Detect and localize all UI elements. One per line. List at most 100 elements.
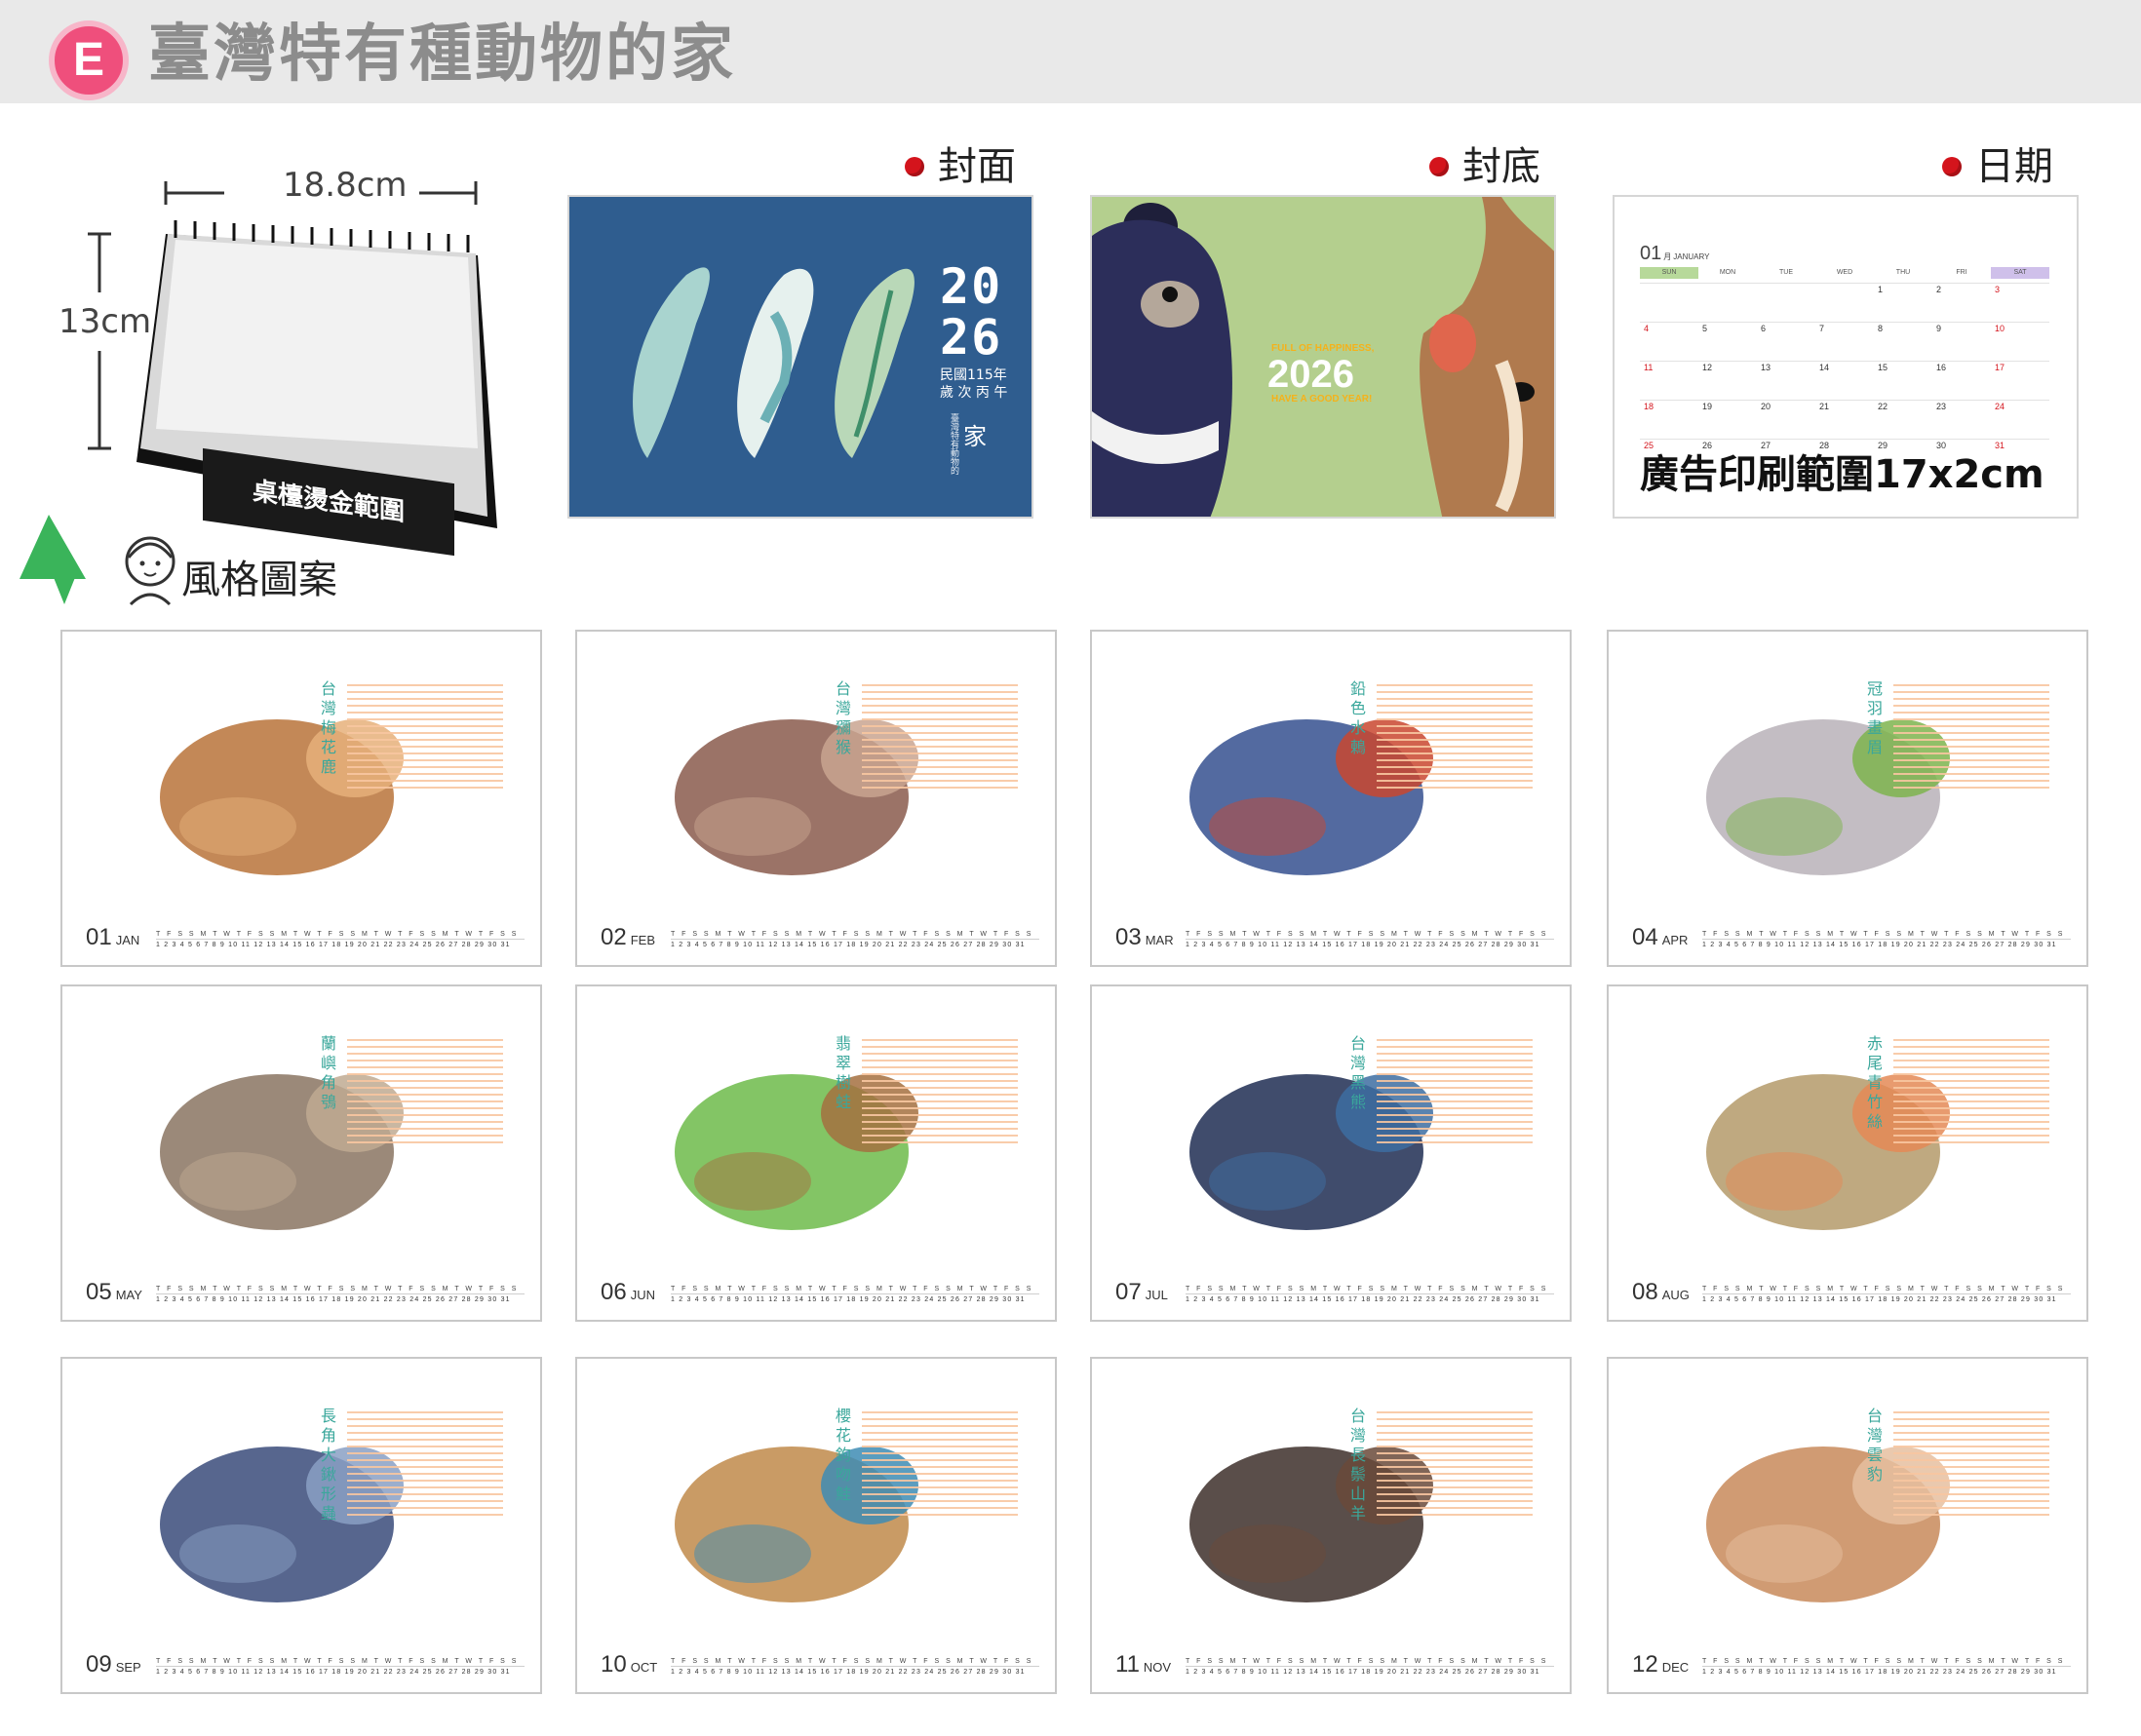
animal-name: 赤尾青竹絲 — [1864, 1035, 1883, 1133]
month-abbrev: AUG — [1661, 1288, 1690, 1302]
animal-name: 鉛色水鶇 — [1347, 680, 1366, 758]
month-label: 12 DEC — [1632, 1651, 1689, 1681]
month-abbrev: FEB — [630, 933, 655, 947]
day-cell: 12 — [1698, 361, 1757, 396]
month-label: 04 APR — [1632, 924, 1688, 954]
month-abbrev: APR — [1661, 933, 1689, 947]
weekday-row: T F S S M T W T F S S M T W T F S S M T … — [156, 1286, 519, 1292]
month-label: 02 FEB — [601, 924, 655, 954]
day-cell: 19 — [1698, 400, 1757, 435]
weekday-header: MON — [1719, 269, 1736, 276]
day-number-row: 1 2 3 4 5 6 7 8 9 10 11 12 13 14 15 16 1… — [1186, 939, 1554, 950]
width-dimension: 18.8cm — [283, 166, 408, 205]
weekday-row: T F S S M T W T F S S M T W T F S S M T … — [671, 1286, 1033, 1292]
month-abbrev: DEC — [1661, 1660, 1690, 1675]
label-back-text: 封底 — [1462, 144, 1540, 189]
animal-name: 翡翠樹蛙 — [833, 1035, 851, 1113]
day-cell: 10 — [1991, 322, 2049, 357]
weekday-row: T F S S M T W T F S S M T W T F S S M T … — [156, 1658, 519, 1665]
date-month-cn: 月 — [1663, 252, 1672, 261]
month-label: 03 MAR — [1115, 924, 1174, 954]
animal-name: 冠羽畫眉 — [1864, 680, 1883, 758]
day-cell: 17 — [1991, 361, 2049, 396]
animal-description-block — [862, 1411, 1018, 1519]
month-number: 04 — [1632, 924, 1658, 950]
label-date: 日期 — [1942, 142, 2053, 191]
animal-description-block — [862, 1039, 1018, 1146]
month-label: 05 MAY — [86, 1279, 142, 1309]
month-abbrev: NOV — [1143, 1660, 1172, 1675]
month-number: 05 — [86, 1279, 112, 1305]
month-abbrev: MAR — [1145, 933, 1174, 947]
month-card-01: 台灣梅花鹿 01 JAN T F S S M T W T F S S M T W T … — [60, 630, 542, 967]
style-pattern-label: 風格圖案 — [181, 558, 337, 602]
weekday-row: T F S S M T W T F S S M T W T F S S M T … — [1186, 931, 1548, 938]
month-card-04: 冠羽畫眉 04 APR T F S S M T W T F S S M T W T F… — [1607, 630, 2088, 967]
day-cell: 9 — [1932, 322, 1991, 357]
day-strip: T F S S M T W T F S S M T W T F S S M T … — [1186, 930, 1554, 951]
day-number-row: 1 2 3 4 5 6 7 8 9 10 11 12 13 14 15 16 1… — [1702, 939, 2071, 950]
label-cover-text: 封面 — [938, 144, 1016, 189]
month-card-12: 台灣雲豹 12 DEC T F S S M T W T F S S M T W T F… — [1607, 1357, 2088, 1694]
month-label: 07 JUL — [1115, 1279, 1168, 1309]
date-month-en: JANUARY — [1673, 252, 1710, 261]
weekday-header: SAT — [1991, 267, 2049, 279]
date-preview: 01 月 JANUARY SUN MON TUE WED THU FRI SAT 1 2 3 4 5 6 7 8… — [1613, 195, 2079, 519]
day-cell: 24 — [1991, 400, 2049, 435]
day-cell: 6 — [1757, 322, 1815, 357]
animal-name: 台灣黑熊 — [1347, 1035, 1366, 1113]
date-month-heading: 01 月 JANUARY — [1640, 244, 1709, 267]
label-back: 封底 — [1429, 142, 1540, 191]
weekday-row: T F S S M T W T F S S M T W T F S S M T … — [156, 931, 519, 938]
day-cell: 1 — [1874, 283, 1932, 318]
month-abbrev: JUN — [630, 1288, 655, 1302]
day-strip: T F S S M T W T F S S M T W T F S S M T … — [1702, 930, 2071, 951]
weekday-header: TUE — [1779, 269, 1793, 276]
day-cell — [1698, 283, 1757, 318]
weekday-row: T F S S M T W T F S S M T W T F S S M T … — [1186, 1658, 1548, 1665]
month-label: 01 JAN — [86, 924, 139, 954]
month-label: 11 NOV — [1115, 1651, 1171, 1681]
month-number: 07 — [1115, 1279, 1142, 1305]
month-card-03: 鉛色水鶇 03 MAR T F S S M T W T F S S M T W T F… — [1090, 630, 1572, 967]
month-label: 08 AUG — [1632, 1279, 1690, 1309]
day-cell: 8 — [1874, 322, 1932, 357]
weekday-row: T F S S M T W T F S S M T W T F S S M T … — [1702, 1286, 2065, 1292]
day-number-row: 1 2 3 4 5 6 7 8 9 10 11 12 13 14 15 16 1… — [671, 1666, 1039, 1678]
weekday-row: T F S S M T W T F S S M T W T F S S M T … — [671, 1658, 1033, 1665]
day-cell: 14 — [1815, 361, 1874, 396]
date-month-num: 01 — [1640, 243, 1662, 264]
weekday-row: T F S S M T W T F S S M T W T F S S M T … — [671, 931, 1033, 938]
month-card-07: 台灣黑熊 07 JUL T F S S M T W T F S S M T W T F… — [1090, 984, 1572, 1322]
label-cover: 封面 — [905, 142, 1016, 191]
bullet-dot-icon — [1429, 157, 1449, 176]
day-strip: T F S S M T W T F S S M T W T F S S M T … — [1702, 1285, 2071, 1306]
desk-calendar-diagram: 18.8cm 13cm 桌檯燙金範圍 — [58, 156, 526, 557]
day-cell: 22 — [1874, 400, 1932, 435]
bullet-dot-icon — [905, 157, 924, 176]
weekday-header: FRI — [1956, 269, 1967, 276]
day-cell: 15 — [1874, 361, 1932, 396]
month-number: 03 — [1115, 924, 1142, 950]
day-cell — [1757, 283, 1815, 318]
month-label: 10 OCT — [601, 1651, 657, 1681]
category-badge: E — [49, 20, 129, 100]
day-strip: T F S S M T W T F S S M T W T F S S M T … — [1186, 1285, 1554, 1306]
cover-vertical-text: 臺灣特有動物的 — [949, 413, 958, 475]
cover-ganzhi: 歲 次 丙 午 — [940, 385, 1008, 401]
animal-name: 台灣梅花鹿 — [318, 680, 336, 778]
pencil-doodle-icon — [19, 515, 175, 606]
day-cell: 21 — [1815, 400, 1874, 435]
day-number-row: 1 2 3 4 5 6 7 8 9 10 11 12 13 14 15 16 1… — [671, 1293, 1039, 1305]
day-strip: T F S S M T W T F S S M T W T F S S M T … — [1702, 1657, 2071, 1678]
month-card-02: 台灣獼猴 02 FEB T F S S M T W T F S S M T W T F… — [575, 630, 1057, 967]
weekday-header: SUN — [1640, 267, 1698, 279]
animal-description-block — [862, 684, 1018, 791]
cover-year-top: 20 — [940, 258, 1003, 315]
day-cell: 4 — [1640, 322, 1698, 357]
day-cell: 20 — [1757, 400, 1815, 435]
month-label: 09 SEP — [86, 1651, 141, 1681]
month-number: 08 — [1632, 1279, 1658, 1305]
month-abbrev: JAN — [115, 933, 140, 947]
day-cell — [1815, 283, 1874, 318]
